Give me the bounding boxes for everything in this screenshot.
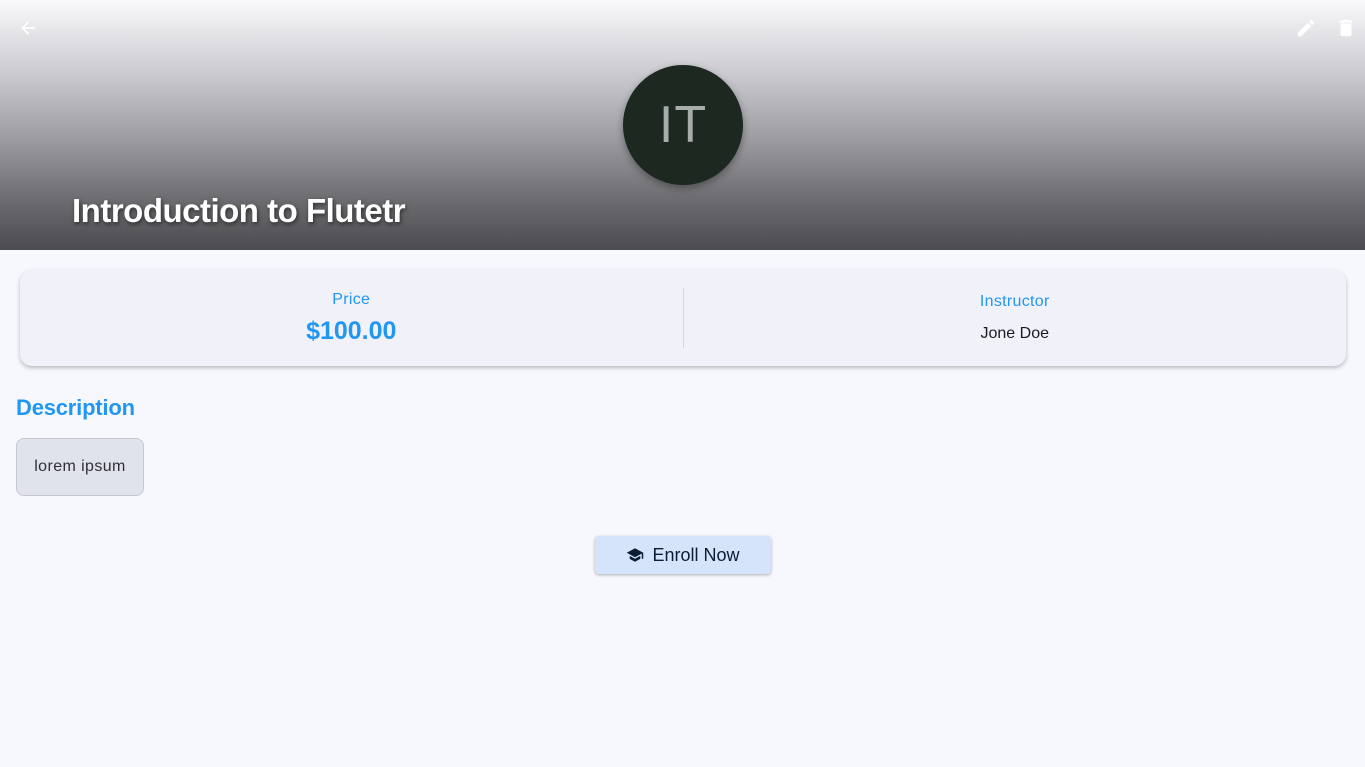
- edit-pencil-icon: [1297, 19, 1315, 37]
- enroll-now-button[interactable]: Enroll Now: [595, 536, 771, 574]
- description-heading: Description: [16, 395, 135, 420]
- course-header: IT Introduction to Flutetr: [0, 0, 1365, 250]
- course-title: Introduction to Flutetr: [72, 192, 406, 229]
- instructor-label: Instructor: [979, 293, 1050, 310]
- price-value: $100.00: [306, 316, 397, 345]
- avatar-initials: IT: [658, 96, 708, 154]
- back-button[interactable]: [8, 8, 48, 48]
- graduation-cap-icon: [627, 548, 644, 562]
- price-label: Price: [332, 290, 371, 308]
- instructor-name: Jone Doe: [980, 325, 1050, 342]
- instructor-section: Instructor Jone Doe: [684, 270, 1347, 366]
- course-avatar: IT: [623, 65, 743, 185]
- arrow-back-icon: [21, 21, 35, 35]
- price-section: Price $100.00: [20, 270, 683, 366]
- edit-button[interactable]: [1286, 8, 1326, 48]
- trash-icon: [1339, 19, 1353, 37]
- enroll-now-label: Enroll Now: [652, 544, 740, 565]
- description-chip: lorem ipsum: [16, 438, 144, 496]
- delete-button[interactable]: [1326, 8, 1365, 48]
- course-info-card: Price $100.00 Instructor Jone Doe: [20, 270, 1346, 366]
- description-text: lorem ipsum: [34, 458, 126, 475]
